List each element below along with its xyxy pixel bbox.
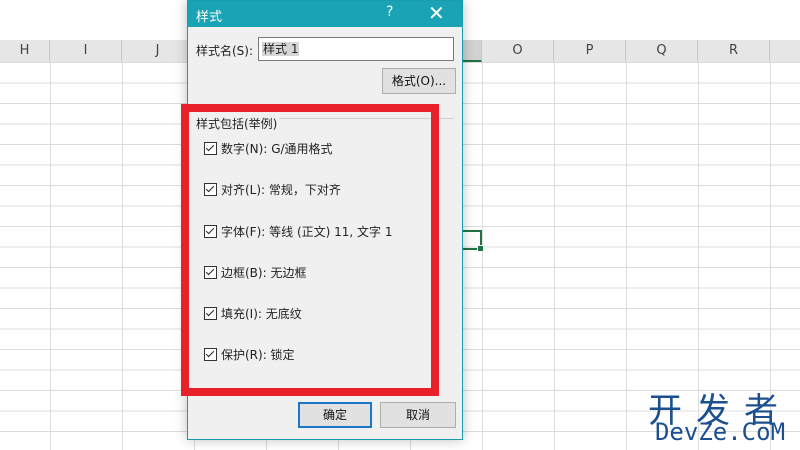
active-cell[interactable] [462,230,484,252]
ok-button[interactable]: 确定 [298,402,372,428]
cancel-button[interactable]: 取消 [380,402,456,428]
style-name-value: 样式 1 [262,42,300,56]
style-name-label: 样式名(S): [196,44,254,58]
column-header-s[interactable] [770,40,800,62]
column-header-o[interactable]: O [482,40,554,62]
column-header-q[interactable]: Q [626,40,698,62]
dialog-title: 样式 [196,10,223,25]
style-name-input[interactable]: 样式 1 [258,37,454,61]
watermark-domain: DevZe.CoM [654,418,786,446]
help-icon[interactable]: ? [386,4,393,20]
close-icon[interactable]: ✕ [428,1,445,25]
dialog-titlebar[interactable]: 样式 ? ✕ [188,1,462,27]
column-header-j[interactable]: J [122,40,194,62]
column-header-h[interactable]: H [0,40,50,62]
column-header-n[interactable] [462,40,482,62]
red-highlight-box [181,104,439,396]
format-button[interactable]: 格式(O)... [382,68,456,94]
column-header-r[interactable]: R [698,40,770,62]
column-header-p[interactable]: P [554,40,626,62]
column-header-i[interactable]: I [50,40,122,62]
